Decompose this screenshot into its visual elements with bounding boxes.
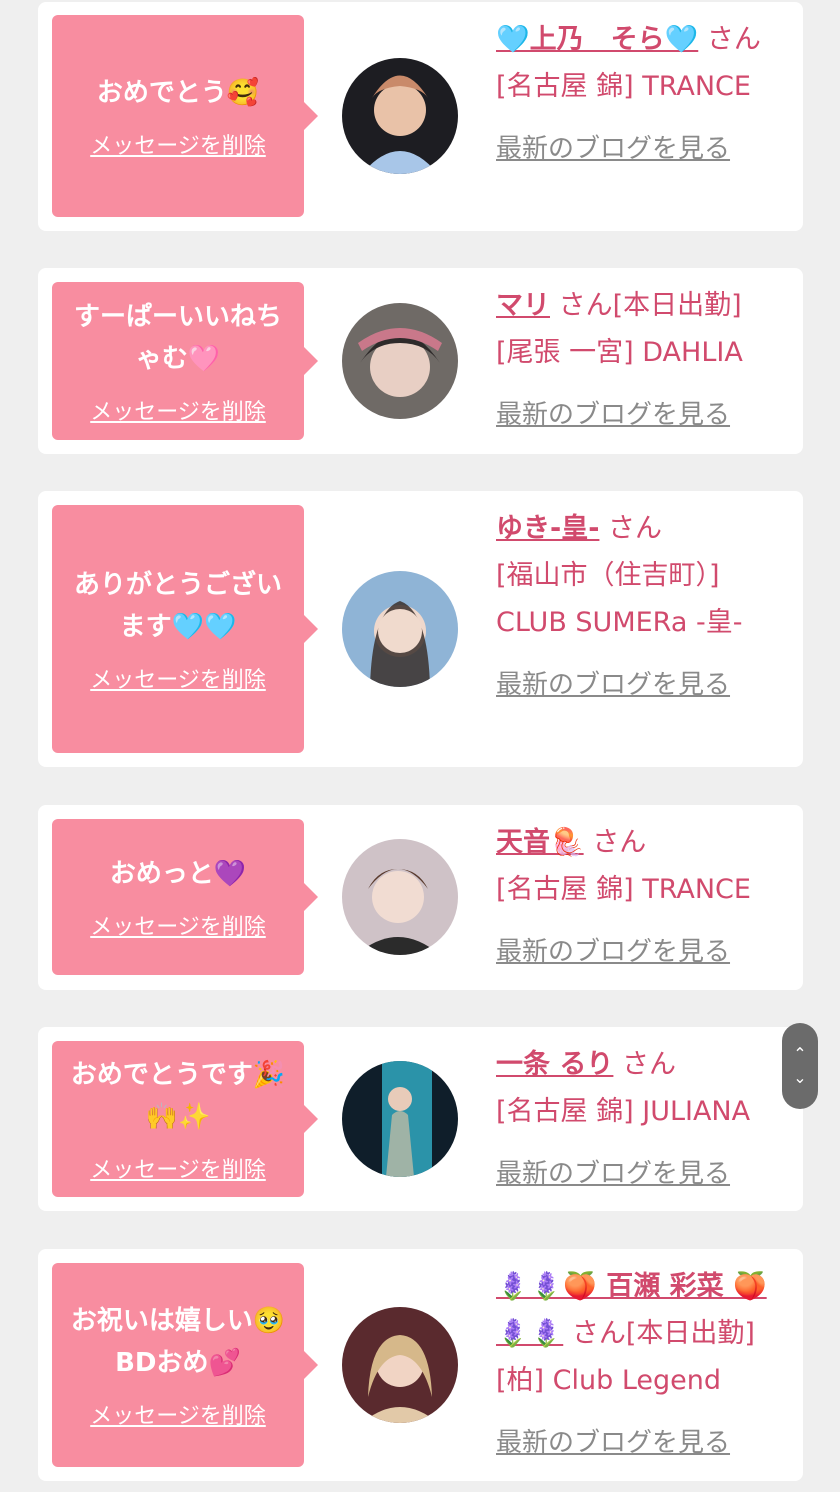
message-card: おめでとうです🎉🙌✨ メッセージを削除 一条 るり さん [名古屋 錦] JUL… <box>38 1027 803 1211</box>
message-text: おめでとうです🎉🙌✨ <box>70 1060 286 1132</box>
delete-message-link[interactable]: メッセージを削除 <box>90 1152 266 1184</box>
delete-message-link[interactable]: メッセージを削除 <box>90 909 266 941</box>
cast-name-link[interactable]: 一条 るり <box>496 1049 613 1080</box>
shop-name: [柏] Club Legend <box>496 1365 722 1396</box>
honorific: さん[本日出勤] <box>558 290 742 321</box>
cast-name-link[interactable]: 天音🪼 <box>496 827 584 858</box>
message-text: おめでとう🥰 <box>96 78 260 108</box>
delete-message-link[interactable]: メッセージを削除 <box>90 1398 266 1430</box>
honorific: さん <box>608 513 663 544</box>
scroll-control[interactable]: ⌃ ⌄ <box>782 1023 818 1109</box>
honorific: さん <box>706 24 761 55</box>
message-text: すーぱーいいねちゃむ🩷 <box>73 302 282 374</box>
avatar[interactable] <box>342 571 458 687</box>
shop-name: [名古屋 錦] JULIANA <box>496 1096 751 1127</box>
message-card: すーぱーいいねちゃむ🩷 メッセージを削除 マリ さん[本日出勤] [尾張 一宮]… <box>38 268 803 454</box>
cast-name-link[interactable]: 🩵上乃 そら🩵 <box>496 24 698 55</box>
cast-info: 🩵上乃 そら🩵 さん [名古屋 錦] TRANCE 最新のブログを見る <box>496 16 786 173</box>
message-card: ありがとうございます🩵🩵 メッセージを削除 ゆき-皇- さん [福山市（住吉町）… <box>38 491 803 767</box>
latest-blog-link[interactable]: 最新のブログを見る <box>496 126 730 173</box>
avatar[interactable] <box>342 1061 458 1177</box>
cast-info: 🪻🪻🍑 百瀬 彩菜 🍑🪻🪻 さん[本日出勤] [柏] Club Legend 最… <box>496 1263 786 1467</box>
message-card: おめっと💜 メッセージを削除 天音🪼 さん [名古屋 錦] TRANCE 最新の… <box>38 805 803 990</box>
latest-blog-link[interactable]: 最新のブログを見る <box>496 1151 730 1198</box>
message-bubble: すーぱーいいねちゃむ🩷 メッセージを削除 <box>52 282 304 440</box>
avatar[interactable] <box>342 303 458 419</box>
message-bubble: おめでとう🥰 メッセージを削除 <box>52 15 304 217</box>
latest-blog-link[interactable]: 最新のブログを見る <box>496 662 730 709</box>
avatar[interactable] <box>342 58 458 174</box>
cast-info: 一条 るり さん [名古屋 錦] JULIANA 最新のブログを見る <box>496 1041 786 1198</box>
message-text: おめっと💜 <box>109 859 247 889</box>
message-card: お祝いは嬉しい🥹BDおめ💕 メッセージを削除 🪻🪻🍑 百瀬 彩菜 🍑🪻🪻 さん[… <box>38 1249 803 1481</box>
cast-info: ゆき-皇- さん [福山市（住吉町）] CLUB SUMERa -皇- 最新のブ… <box>496 505 786 709</box>
chevron-down-icon[interactable]: ⌄ <box>793 1066 806 1090</box>
delete-message-link[interactable]: メッセージを削除 <box>90 394 266 426</box>
latest-blog-link[interactable]: 最新のブログを見る <box>496 929 730 976</box>
cast-name-link[interactable]: ゆき-皇- <box>496 513 599 544</box>
message-bubble: おめでとうです🎉🙌✨ メッセージを削除 <box>52 1041 304 1197</box>
message-card: おめでとう🥰 メッセージを削除 🩵上乃 そら🩵 さん [名古屋 錦] TRANC… <box>38 2 803 231</box>
latest-blog-link[interactable]: 最新のブログを見る <box>496 1420 730 1467</box>
shop-name: [福山市（住吉町）] CLUB SUMERa -皇- <box>496 560 743 638</box>
chevron-up-icon[interactable]: ⌃ <box>793 1042 806 1066</box>
message-bubble: ありがとうございます🩵🩵 メッセージを削除 <box>52 505 304 753</box>
honorific: さん[本日出勤] <box>571 1318 755 1349</box>
message-text: お祝いは嬉しい🥹BDおめ💕 <box>70 1306 286 1378</box>
shop-name: [名古屋 錦] TRANCE <box>496 874 751 905</box>
honorific: さん <box>622 1049 676 1080</box>
latest-blog-link[interactable]: 最新のブログを見る <box>496 392 730 439</box>
avatar[interactable] <box>342 839 458 955</box>
message-text: ありがとうございます🩵🩵 <box>73 570 282 642</box>
shop-name: [尾張 一宮] DAHLIA <box>496 337 743 368</box>
shop-name: [名古屋 錦] TRANCE <box>496 71 751 102</box>
cast-info: 天音🪼 さん [名古屋 錦] TRANCE 最新のブログを見る <box>496 819 786 976</box>
cast-info: マリ さん[本日出勤] [尾張 一宮] DAHLIA 最新のブログを見る <box>496 282 786 439</box>
message-bubble: おめっと💜 メッセージを削除 <box>52 819 304 975</box>
avatar[interactable] <box>342 1307 458 1423</box>
cast-name-link[interactable]: マリ <box>496 290 550 321</box>
delete-message-link[interactable]: メッセージを削除 <box>90 128 266 160</box>
delete-message-link[interactable]: メッセージを削除 <box>90 662 266 694</box>
message-bubble: お祝いは嬉しい🥹BDおめ💕 メッセージを削除 <box>52 1263 304 1467</box>
honorific: さん <box>592 827 647 858</box>
